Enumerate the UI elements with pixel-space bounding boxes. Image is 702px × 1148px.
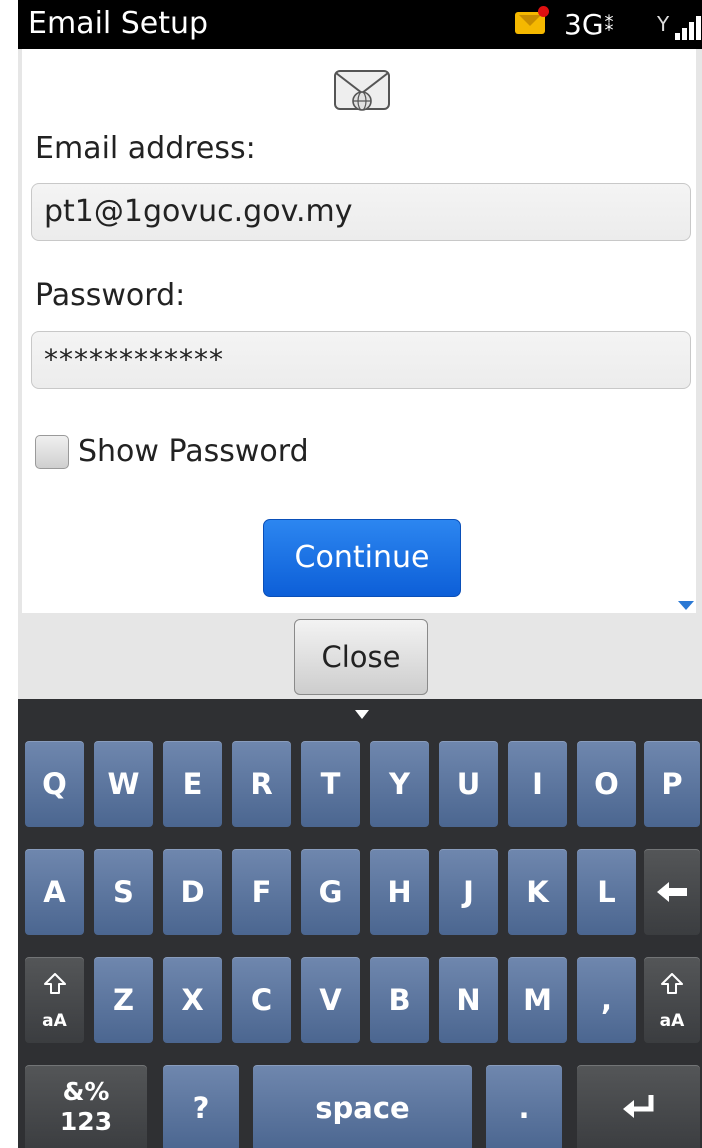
show-password-label[interactable]: Show Password <box>78 434 309 470</box>
key-e[interactable]: E <box>163 741 222 827</box>
key-d[interactable]: D <box>163 849 222 935</box>
key-w[interactable]: W <box>94 741 153 827</box>
shift-label: aA <box>659 1011 685 1031</box>
backspace-arrow-icon <box>657 882 687 902</box>
close-button[interactable]: Close <box>294 619 428 695</box>
key-question[interactable]: ? <box>163 1065 239 1148</box>
space-key[interactable]: space <box>253 1065 472 1148</box>
scroll-down-indicator-icon <box>678 601 694 610</box>
key-period[interactable]: . <box>486 1065 562 1148</box>
network-indicator: 3G⁑ <box>564 8 614 43</box>
key-k[interactable]: K <box>508 849 567 935</box>
key-n[interactable]: N <box>439 957 498 1043</box>
shift-label: aA <box>42 1011 67 1031</box>
key-x[interactable]: X <box>163 957 222 1043</box>
key-i[interactable]: I <box>508 741 567 827</box>
screen-title: Email Setup <box>28 6 209 41</box>
close-bar: Close <box>18 613 702 699</box>
continue-button[interactable]: Continue <box>263 519 461 597</box>
hide-keyboard-icon[interactable] <box>355 710 369 719</box>
key-l[interactable]: L <box>577 849 636 935</box>
key-v[interactable]: V <box>301 957 360 1043</box>
key-z[interactable]: Z <box>94 957 153 1043</box>
email-setup-form: Email address: pt1@1govuc.gov.my Passwor… <box>22 49 696 613</box>
key-t[interactable]: T <box>301 741 360 827</box>
key-c[interactable]: C <box>232 957 291 1043</box>
password-label: Password: <box>35 278 186 313</box>
key-o[interactable]: O <box>577 741 636 827</box>
phone-screen: Email Setup 3G⁑ Y Email address: pt1@1go… <box>18 0 702 1148</box>
key-m[interactable]: M <box>508 957 567 1043</box>
key-y[interactable]: Y <box>370 741 429 827</box>
virtual-keyboard: Q W E R T Y U I O P A S D F G H J K L aA <box>18 699 702 1148</box>
key-comma[interactable]: , <box>577 957 636 1043</box>
shift-key-left[interactable]: aA <box>25 957 84 1043</box>
key-h[interactable]: H <box>370 849 429 935</box>
shift-arrow-icon <box>43 973 66 994</box>
blackberry-data-icon: ⁑ <box>604 15 614 36</box>
key-u[interactable]: U <box>439 741 498 827</box>
key-p[interactable]: P <box>644 741 700 827</box>
shift-arrow-icon <box>661 973 683 994</box>
key-f[interactable]: F <box>232 849 291 935</box>
network-type: 3G <box>564 8 604 41</box>
backspace-key[interactable] <box>644 849 700 935</box>
status-bar: Email Setup 3G⁑ Y <box>18 0 702 49</box>
key-s[interactable]: S <box>94 849 153 935</box>
key-r[interactable]: R <box>232 741 291 827</box>
symbols-label-bottom: 123 <box>59 1107 113 1136</box>
password-input[interactable]: ************ <box>31 331 691 389</box>
key-q[interactable]: Q <box>25 741 84 827</box>
email-address-label: Email address: <box>35 131 256 166</box>
email-envelope-icon <box>334 70 390 111</box>
show-password-checkbox[interactable] <box>35 435 69 469</box>
enter-arrow-icon <box>622 1095 653 1118</box>
key-j[interactable]: J <box>439 849 498 935</box>
symbols-label-top: &% <box>62 1077 110 1106</box>
key-g[interactable]: G <box>301 849 360 935</box>
shift-key-right[interactable]: aA <box>644 957 700 1043</box>
key-b[interactable]: B <box>370 957 429 1043</box>
key-a[interactable]: A <box>25 849 84 935</box>
signal-strength-icon: Y <box>657 10 701 40</box>
email-address-input[interactable]: pt1@1govuc.gov.my <box>31 183 691 241</box>
new-mail-icon[interactable] <box>515 6 549 34</box>
enter-key[interactable] <box>577 1065 700 1148</box>
symbols-key[interactable]: &% 123 <box>25 1065 147 1148</box>
